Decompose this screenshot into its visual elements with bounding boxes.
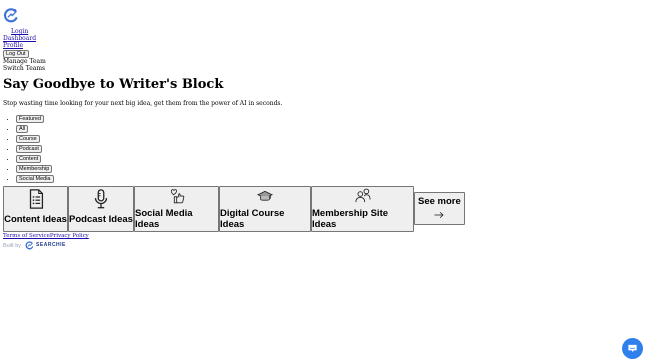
page-title: Say Goodbye to Writer's Block <box>3 77 224 92</box>
content-ideas-card[interactable]: Content Ideas <box>3 185 68 232</box>
see-more-button[interactable]: See more <box>414 191 465 225</box>
idea-cards: Content Ideas Podcast Ideas Social Media… <box>3 185 643 232</box>
filter-item: Featured <box>16 114 643 124</box>
card-label: Content Ideas <box>4 213 67 225</box>
built-by: Built by SEARCHIE <box>3 241 643 250</box>
page-subtitle: Stop wasting time looking for your next … <box>3 100 283 107</box>
dashboard-link[interactable]: Dashboard <box>3 35 643 42</box>
filter-content-button[interactable]: Content <box>16 154 42 163</box>
filter-featured-button[interactable]: Featured <box>16 114 45 123</box>
filter-membership-button[interactable]: Membership <box>16 164 53 173</box>
filter-item: Membership <box>16 164 643 174</box>
chat-launcher-button[interactable] <box>622 338 643 359</box>
filter-podcast-button[interactable]: Podcast <box>16 144 42 153</box>
terms-link[interactable]: Terms of Service <box>3 233 50 239</box>
chat-bubble-icon <box>628 344 637 353</box>
filter-list: Featured All Course Podcast Content Memb… <box>3 114 643 184</box>
arrow-right-icon <box>434 212 444 219</box>
filter-course-button[interactable]: Course <box>16 134 40 143</box>
users-icon <box>354 188 371 203</box>
logout-button[interactable]: Log Out <box>3 50 29 58</box>
brand-name: SEARCHIE <box>36 241 66 248</box>
app-logo-icon[interactable] <box>3 7 19 24</box>
page: Login Dashboard Profile Log Out Manage T… <box>3 7 643 250</box>
profile-link[interactable]: Profile <box>3 42 643 49</box>
switch-teams-label: Switch Teams <box>3 64 46 72</box>
footer-links: Terms of ServicePrivacy Policy <box>3 233 643 239</box>
digital-course-ideas-card[interactable]: Digital Course Ideas <box>219 185 311 232</box>
card-label: Social Media Ideas <box>135 208 193 230</box>
card-label: Podcast Ideas <box>69 213 133 225</box>
filter-item: Podcast <box>16 144 643 154</box>
social-media-ideas-card[interactable]: Social Media Ideas <box>134 185 219 232</box>
privacy-link[interactable]: Privacy Policy <box>50 233 89 239</box>
document-list-icon <box>29 189 43 209</box>
see-more-label: See more <box>418 196 461 208</box>
filter-item: Content <box>16 154 643 164</box>
heart-thumbs-up-icon <box>170 189 184 204</box>
nav-login-wrap: Login <box>3 28 643 35</box>
filter-all-button[interactable]: All <box>16 124 29 133</box>
microphone-icon <box>94 189 108 209</box>
login-link[interactable]: Login <box>11 28 643 35</box>
graduation-cap-icon <box>256 190 274 201</box>
filter-item: All <box>16 124 643 134</box>
built-by-label: Built by <box>3 242 22 249</box>
filter-item: Course <box>16 134 643 144</box>
filter-item: Social Media <box>16 174 643 184</box>
card-label: Membership Site Ideas <box>312 208 389 230</box>
membership-site-ideas-card[interactable]: Membership Site Ideas <box>311 185 414 232</box>
filter-social-media-button[interactable]: Social Media <box>16 174 54 183</box>
card-label: Digital Course Ideas <box>220 208 285 230</box>
searchie-brand[interactable]: SEARCHIE <box>25 241 66 250</box>
searchie-logo-icon <box>25 241 34 250</box>
podcast-ideas-card[interactable]: Podcast Ideas <box>68 185 134 232</box>
